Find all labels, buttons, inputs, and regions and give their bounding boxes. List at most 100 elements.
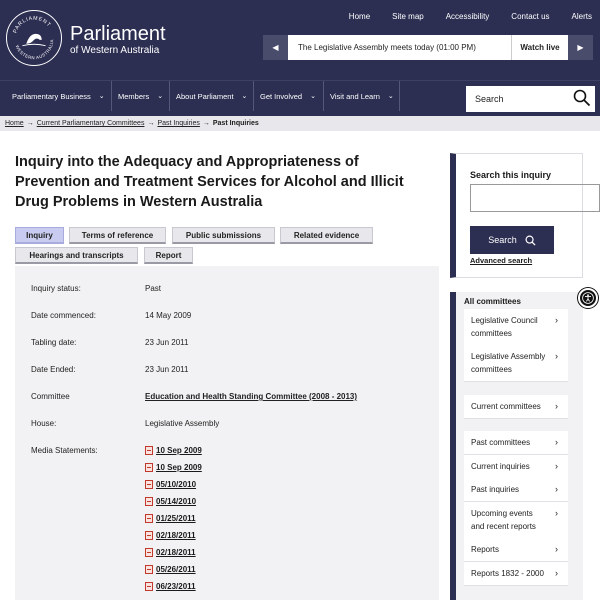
next-arrow-icon[interactable]: ▶ <box>568 35 593 60</box>
sidebar-item-reports[interactable]: Reports › <box>464 538 568 562</box>
live-status-text: The Legislative Assembly meets today (01… <box>288 35 512 60</box>
media-date: 05/14/2010 <box>156 497 197 506</box>
pdf-icon <box>145 565 153 574</box>
sidebar-item-label: Current committees <box>471 402 541 411</box>
chevron-down-icon: ⌄ <box>98 93 105 100</box>
sidebar-item-past-inquiries[interactable]: Past inquiries › <box>464 478 568 502</box>
media-date: 06/23/2011 <box>156 582 196 591</box>
media-date: 01/25/2011 <box>156 514 196 523</box>
media-statement-link[interactable]: 02/18/2011 <box>145 548 196 557</box>
nav-get-involved[interactable]: Get Involved ⌄ <box>256 81 324 111</box>
inquiry-search-box: Search this inquiry Search Advanced sear… <box>450 153 600 278</box>
media-date: 02/18/2011 <box>156 548 196 557</box>
site-title[interactable]: Parliament <box>70 23 166 46</box>
watch-live-button[interactable]: Watch live <box>512 35 568 60</box>
prev-arrow-icon[interactable]: ◀ <box>263 35 288 60</box>
sidebar-item-upcoming-events[interactable]: Upcoming events and recent reports › <box>464 502 568 539</box>
breadcrumb-committees[interactable]: Current Parliamentary Committees <box>37 120 145 127</box>
label-house: House: <box>31 419 57 428</box>
media-statement-link[interactable]: 06/23/2011 <box>145 582 196 591</box>
advanced-search-link[interactable]: Advanced search <box>470 256 532 265</box>
nav-label: Visit and Learn <box>330 91 380 101</box>
sidebar-item-label: Past inquiries <box>471 485 520 494</box>
pdf-icon <box>145 548 153 557</box>
site-search-input[interactable]: Search <box>466 86 595 112</box>
arrow-right-icon: → <box>26 120 34 127</box>
media-statement-link[interactable]: 05/26/2011 <box>145 565 196 574</box>
tab-related-evidence[interactable]: Related evidence <box>280 227 373 244</box>
chevron-right-icon: › <box>555 401 558 411</box>
media-statement-link[interactable]: 05/14/2010 <box>145 497 196 506</box>
pdf-icon <box>145 480 153 489</box>
link-accessibility[interactable]: Accessibility <box>446 12 490 21</box>
media-date: 10 Sep 2009 <box>156 446 202 455</box>
tab-terms-of-reference[interactable]: Terms of reference <box>69 227 166 244</box>
svg-text:PARLIAMENT: PARLIAMENT <box>12 16 52 35</box>
value-date-ended: 23 Jun 2011 <box>145 365 189 374</box>
media-statement-link[interactable]: 01/25/2011 <box>145 514 196 523</box>
committee-link[interactable]: Education and Health Standing Committee … <box>145 392 357 401</box>
breadcrumb-home[interactable]: Home <box>5 120 24 127</box>
tab-public-submissions[interactable]: Public submissions <box>172 227 275 244</box>
site-header: PARLIAMENT WESTERN AUSTRALIA Parliament … <box>0 0 600 80</box>
sidebar-item-legislative-council[interactable]: Legislative Council committees › <box>464 309 568 346</box>
inquiry-search-button[interactable]: Search <box>470 226 554 254</box>
svg-text:WESTERN AUSTRALIA: WESTERN AUSTRALIA <box>15 39 55 60</box>
breadcrumb-current: Past Inquiries <box>212 120 259 127</box>
utility-links: Home Site map Accessibility Contact us A… <box>327 12 592 21</box>
chevron-right-icon: › <box>555 315 558 325</box>
chevron-down-icon: ⌄ <box>387 93 394 100</box>
inquiry-search-input[interactable] <box>470 184 600 212</box>
search-icon[interactable] <box>573 89 591 107</box>
arrow-right-icon: → <box>147 120 155 127</box>
sidebar-item-label: Legislative Council committees <box>471 316 538 338</box>
sidebar-item-legislative-assembly[interactable]: Legislative Assembly committees › <box>464 345 568 382</box>
committees-sidebar: All committees Legislative Council commi… <box>450 292 583 600</box>
seal-icon: PARLIAMENT WESTERN AUSTRALIA <box>12 16 55 61</box>
value-inquiry-status: Past <box>145 284 162 293</box>
breadcrumb-past-inquiries[interactable]: Past Inquiries <box>157 120 199 127</box>
sidebar-item-current-committees[interactable]: Current committees › <box>464 395 568 419</box>
sidebar-item-current-inquiries[interactable]: Current inquiries › <box>464 455 568 479</box>
chevron-right-icon: › <box>555 351 558 361</box>
tab-report[interactable]: Report <box>144 247 193 264</box>
sidebar-item-label: Past committees <box>471 438 531 447</box>
link-site-map[interactable]: Site map <box>392 12 424 21</box>
media-date: 02/18/2011 <box>156 531 196 540</box>
tab-inquiry[interactable]: Inquiry <box>15 227 64 244</box>
nav-label: Parliamentary Business <box>12 91 91 101</box>
nav-visit-and-learn[interactable]: Visit and Learn ⌄ <box>326 81 400 111</box>
breadcrumb: Home → Current Parliamentary Committees → … <box>0 116 600 131</box>
accessibility-widget-button[interactable] <box>578 288 598 308</box>
nav-parliamentary-business[interactable]: Parliamentary Business ⌄ <box>8 81 112 111</box>
label-media-statements: Media Statements: <box>31 446 98 455</box>
pdf-icon <box>145 446 153 455</box>
media-statement-link[interactable]: 10 Sep 2009 <box>145 446 202 455</box>
parliament-seal-logo[interactable]: PARLIAMENT WESTERN AUSTRALIA <box>6 10 62 66</box>
tab-hearings-transcripts[interactable]: Hearings and transcripts <box>15 247 138 264</box>
sidebar-item-reports-1832-2000[interactable]: Reports 1832 - 2000 › <box>464 562 568 586</box>
sidebar-item-label: Reports <box>471 545 500 554</box>
nav-about-parliament[interactable]: About Parliament ⌄ <box>172 81 254 111</box>
chevron-right-icon: › <box>555 508 558 518</box>
media-statement-link[interactable]: 02/18/2011 <box>145 531 196 540</box>
link-alerts[interactable]: Alerts <box>572 12 592 21</box>
sidebar-item-label: Reports 1832 - 2000 <box>471 569 544 578</box>
media-statement-link[interactable]: 05/10/2010 <box>145 480 196 489</box>
media-statement-link[interactable]: 10 Sep 2009 <box>145 463 202 472</box>
nav-members[interactable]: Members ⌄ <box>114 81 170 111</box>
sidebar-item-past-committees[interactable]: Past committees › <box>464 431 568 455</box>
search-icon <box>525 235 536 246</box>
media-date: 10 Sep 2009 <box>156 463 202 472</box>
search-placeholder: Search <box>475 94 504 104</box>
all-committees-heading[interactable]: All committees <box>464 297 521 306</box>
link-home[interactable]: Home <box>349 12 370 21</box>
search-button-label: Search <box>488 235 517 245</box>
value-house: Legislative Assembly <box>145 419 220 428</box>
main-navigation: Parliamentary Business ⌄ Members ⌄ About P… <box>0 80 600 116</box>
link-contact-us[interactable]: Contact us <box>511 12 549 21</box>
media-date: 05/10/2010 <box>156 480 197 489</box>
nav-label: Members <box>118 91 150 101</box>
sidebar-item-label: Upcoming events and recent reports <box>471 509 536 531</box>
chevron-right-icon: › <box>555 437 558 447</box>
